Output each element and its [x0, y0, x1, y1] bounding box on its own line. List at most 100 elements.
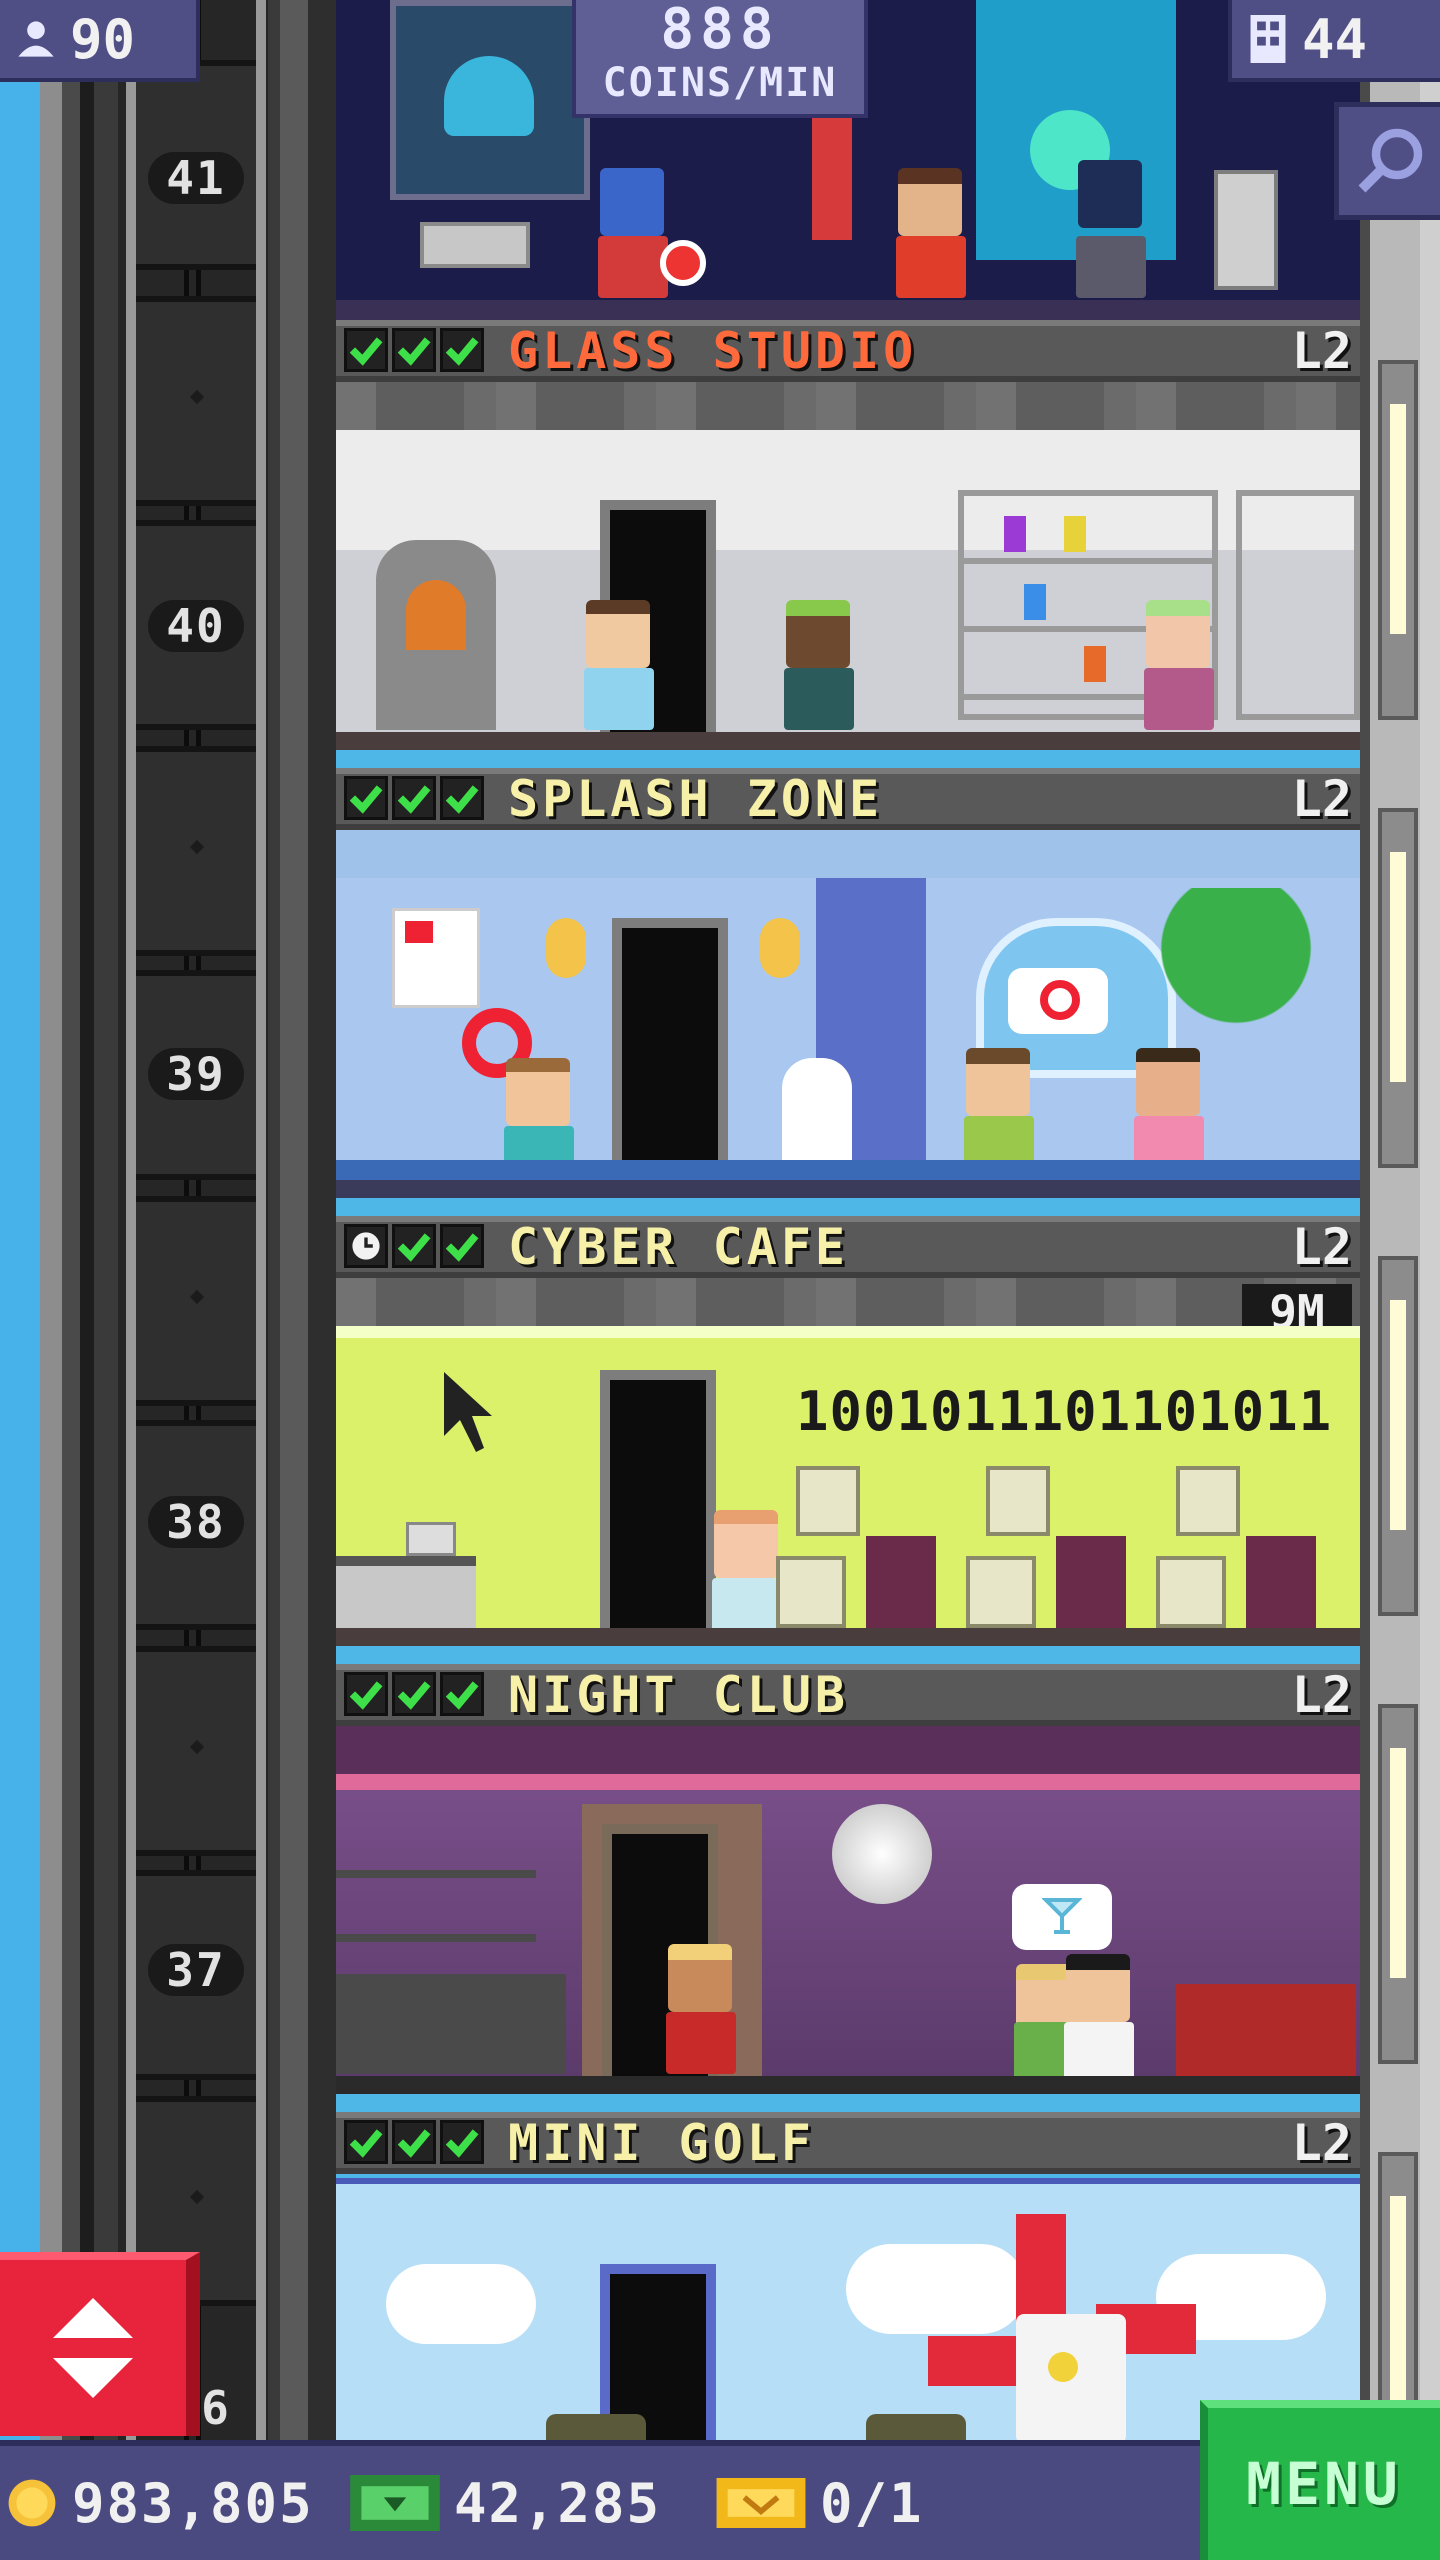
bux-counter[interactable]: 42,285 — [350, 2446, 661, 2560]
star-checks — [344, 328, 484, 372]
monitor — [1176, 1466, 1240, 1536]
floor-level: L2 — [1291, 1218, 1352, 1276]
floor-level: L2 — [1291, 1666, 1352, 1724]
floorboard — [336, 1628, 1360, 1646]
check-icon — [440, 1672, 484, 1716]
terminal — [1214, 170, 1278, 290]
visitor-head — [1136, 1048, 1200, 1116]
hero-head — [898, 168, 962, 236]
floor-level: L2 — [1291, 770, 1352, 828]
blueprint-figure — [444, 56, 534, 136]
visitor-body — [584, 668, 654, 730]
computer-station — [966, 1466, 1146, 1628]
visitor-head — [586, 600, 650, 668]
elevator-button[interactable] — [0, 2252, 200, 2436]
check-icon — [440, 776, 484, 820]
golfer-hat — [546, 2414, 646, 2440]
visitor-body — [666, 2012, 736, 2074]
floor-night-club[interactable]: NIGHT CLUB L2 — [336, 1664, 1360, 2112]
room-interior: 1001011101101011 — [336, 1326, 1360, 1646]
shaft-rail-right — [256, 0, 266, 2440]
ceiling — [336, 382, 1360, 430]
visitor-body — [1064, 2022, 1134, 2084]
monitor — [986, 1466, 1050, 1536]
cloud — [846, 2244, 1026, 2334]
tickets-counter[interactable]: 0/1 — [716, 2446, 924, 2560]
room-door — [612, 918, 728, 1180]
tower-window — [1378, 1256, 1418, 1616]
hero-body — [598, 236, 668, 298]
wall-lamp — [760, 918, 800, 978]
shaft-rail-left — [126, 0, 136, 2440]
check-icon — [440, 328, 484, 372]
coins-rate-display: 888 COINS/MIN — [572, 0, 868, 118]
check-icon — [440, 1224, 484, 1268]
check-icon — [392, 776, 436, 820]
floor-header: GLASS STUDIO L2 — [336, 320, 1360, 382]
menu-button[interactable]: MENU — [1200, 2400, 1440, 2560]
shaft-segment — [136, 746, 256, 956]
shaft-segment — [136, 296, 256, 506]
shaft-segment — [136, 1646, 256, 1856]
pc-tower — [1156, 1556, 1226, 1628]
furnace-fire — [406, 580, 466, 650]
check-icon — [392, 1224, 436, 1268]
coins-counter[interactable]: 983,805 — [6, 2446, 314, 2560]
population-counter[interactable]: 90 — [0, 0, 200, 82]
monitor — [796, 1466, 860, 1536]
floor-name: MINI GOLF — [508, 2114, 815, 2172]
zoom-button[interactable] — [1334, 102, 1440, 220]
elevator-updown-icon — [53, 2298, 133, 2398]
floors-icon — [1250, 15, 1286, 63]
computer-station — [776, 1466, 956, 1628]
check-icon — [440, 2120, 484, 2164]
room-interior — [336, 430, 1360, 750]
floor-header: SPLASH ZONE L2 — [336, 768, 1360, 830]
hero-head — [1078, 160, 1142, 228]
floor-level: L2 — [1291, 322, 1352, 380]
hero-head — [600, 168, 664, 236]
floor-name: SPLASH ZONE — [508, 770, 884, 828]
wall-lamp — [546, 918, 586, 978]
floors-value: 44 — [1302, 7, 1368, 71]
life-ring-icon — [1040, 980, 1080, 1020]
worker-head — [786, 600, 850, 668]
floor-number-label: 6 — [201, 2381, 231, 2435]
room-interior — [336, 878, 1360, 1198]
tower-window — [1378, 360, 1418, 720]
cloud — [386, 2264, 536, 2344]
hero-body — [1076, 236, 1146, 298]
floor-number-label: 37 — [148, 1944, 244, 1996]
floor-level: L2 — [1291, 2114, 1352, 2172]
speech-bubble — [1012, 1884, 1112, 1950]
cocktail-icon — [1042, 1898, 1082, 1934]
check-icon — [344, 1672, 388, 1716]
star-checks — [344, 1224, 484, 1268]
floor-cyber-cafe[interactable]: CYBER CAFE L2 9M 1001011101101011 — [336, 1216, 1360, 1664]
floor-number-label: 41 — [148, 152, 244, 204]
lifeguard-chair — [782, 1058, 852, 1168]
floors-counter[interactable]: 44 — [1228, 0, 1440, 82]
control-panel — [420, 222, 530, 268]
check-icon — [392, 328, 436, 372]
worker-head — [1146, 600, 1210, 668]
neon-strip — [336, 1774, 1360, 1790]
glass-vase — [1084, 646, 1106, 682]
zoom-icon — [1358, 128, 1422, 193]
coins-rate-value: 888 — [660, 0, 780, 62]
floorboard — [336, 732, 1360, 750]
visitor-head — [668, 1944, 732, 2012]
glass-vase — [1004, 516, 1026, 552]
population-icon — [18, 21, 54, 57]
visitor-head — [966, 1048, 1030, 1116]
floor-glass-studio[interactable]: GLASS STUDIO L2 — [336, 320, 1360, 768]
floor-name: GLASS STUDIO — [508, 322, 918, 380]
star-checks — [344, 776, 484, 820]
disco-ball — [832, 1804, 932, 1904]
worker-body — [1144, 668, 1214, 730]
check-icon — [392, 1672, 436, 1716]
floor-splash-zone[interactable]: SPLASH ZONE L2 — [336, 768, 1360, 1216]
floor-mini-golf[interactable]: MINI GOLF L2 — [336, 2112, 1360, 2440]
bux-value: 42,285 — [454, 2471, 662, 2535]
visitor-head — [714, 1510, 778, 1578]
